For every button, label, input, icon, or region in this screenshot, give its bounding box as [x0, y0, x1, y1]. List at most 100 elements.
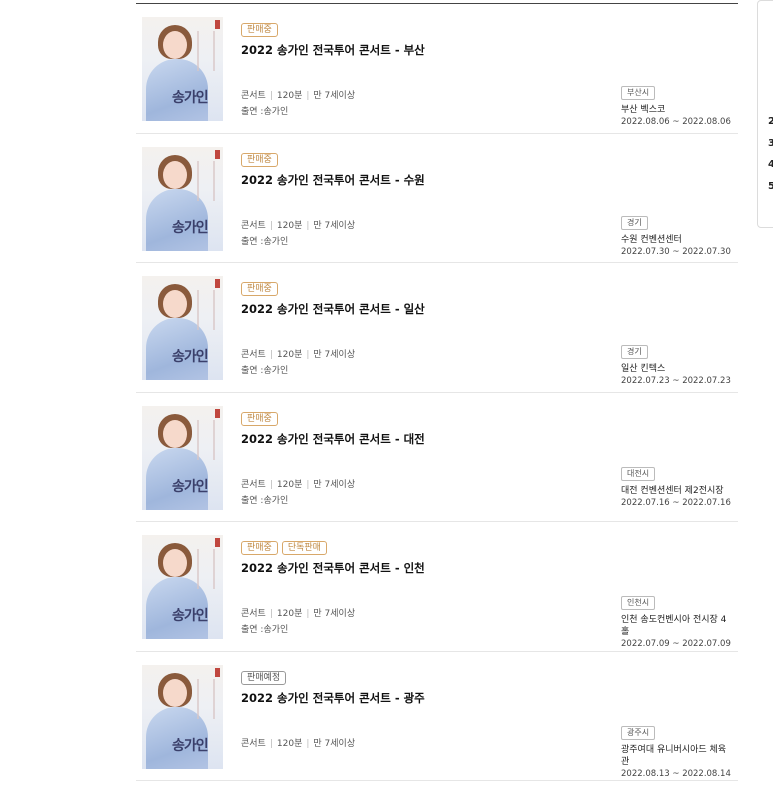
poster-vertical-text	[197, 290, 215, 330]
badge-group: 판매중	[241, 152, 278, 167]
event-item[interactable]: 송가인 판매중 2022 송가인 전국투어 콘서트 - 수원 콘서트 | 120분 |…	[136, 134, 738, 263]
poster-seal-mark	[215, 408, 220, 418]
event-duration: 120분	[276, 350, 303, 360]
event-age: 만 7세이상	[313, 738, 356, 749]
event-item[interactable]: 송가인 판매중 2022 송가인 전국투어 콘서트 - 부산 콘서트 | 120분 |…	[136, 4, 738, 134]
event-age: 만 7세이상	[313, 350, 356, 360]
event-poster-image[interactable]: 송가인	[142, 17, 223, 121]
status-badge: 판매중	[241, 411, 278, 426]
event-title[interactable]: 2022 송가인 전국투어 콘서트 - 일산	[241, 301, 425, 317]
badge-group: 판매중 단독판매	[241, 541, 327, 555]
meta-separator: |	[269, 479, 273, 490]
event-item[interactable]: 송가인 판매예정 2022 송가인 전국투어 콘서트 - 광주 콘서트 | 120분…	[136, 652, 738, 781]
poster-title: 송가인	[172, 90, 209, 106]
event-title[interactable]: 2022 송가인 전국투어 콘서트 - 부산	[241, 42, 425, 58]
poster-vertical-text	[197, 678, 215, 719]
venue-name: 광주여대 유니버시아드 체육관	[621, 744, 727, 767]
event-dates: 2022.07.16 ~ 2022.07.16	[621, 497, 731, 508]
status-badge: 판매중	[241, 152, 278, 167]
poster-face	[163, 31, 187, 59]
event-meta: 콘서트 | 120분 | 만 7세이상	[241, 477, 355, 490]
poster-vertical-text	[197, 419, 215, 460]
event-location: 인천시 인천 송도컨벤시아 전시장 4홀 2022.07.09 ~ 2022.0…	[621, 590, 731, 650]
meta-separator: |	[269, 350, 273, 360]
event-age: 만 7세이상	[313, 220, 356, 231]
meta-separator: |	[306, 479, 310, 490]
venue-name: 대전 컨벤션센터 제2전시장	[621, 485, 724, 496]
region-badge: 경기	[621, 345, 648, 359]
event-dates: 2022.07.30 ~ 2022.07.30	[621, 246, 731, 257]
event-cast: 출연 :송가인	[241, 236, 289, 247]
event-meta: 콘서트 | 120분 | 만 7세이상	[241, 218, 355, 231]
meta-separator: |	[269, 220, 273, 231]
poster-title: 송가인	[172, 737, 209, 754]
poster-title: 송가인	[172, 608, 209, 624]
event-poster-image[interactable]: 송가인	[142, 276, 223, 380]
side-ranking-panel: 2 3 4 5	[757, 0, 773, 228]
poster-face	[163, 678, 187, 707]
badge-group: 판매중	[241, 411, 278, 426]
rank-3[interactable]: 3	[768, 138, 773, 149]
event-poster-image[interactable]: 송가인	[142, 146, 223, 251]
event-meta: 콘서트 | 120분 | 만 7세이상	[241, 88, 355, 101]
rank-5[interactable]: 5	[768, 181, 773, 192]
badge-group: 판매예정	[241, 670, 287, 685]
meta-separator: |	[306, 91, 310, 101]
meta-separator: |	[306, 609, 310, 619]
venue-name: 인천 송도컨벤시아 전시장 4홀	[621, 615, 727, 637]
poster-seal-mark	[215, 279, 220, 288]
event-dates: 2022.08.13 ~ 2022.08.14	[621, 768, 731, 779]
event-genre: 콘서트	[241, 91, 266, 101]
poster-face	[163, 290, 187, 318]
event-cast: 출연 :송가인	[241, 495, 289, 506]
region-badge: 부산시	[621, 86, 656, 100]
event-duration: 120분	[276, 479, 303, 490]
event-age: 만 7세이상	[313, 479, 356, 490]
event-location: 경기 수원 컨벤션센터 2022.07.30 ~ 2022.07.30	[621, 210, 731, 258]
event-item[interactable]: 송가인 판매중 2022 송가인 전국투어 콘서트 - 일산 콘서트 | 120분 |…	[136, 263, 738, 393]
meta-separator: |	[269, 738, 273, 749]
meta-separator: |	[306, 220, 310, 231]
event-title[interactable]: 2022 송가인 전국투어 콘서트 - 인천	[241, 560, 425, 576]
region-badge: 인천시	[621, 596, 656, 610]
event-title[interactable]: 2022 송가인 전국투어 콘서트 - 수원	[241, 172, 425, 188]
event-location: 부산시 부산 벡스코 2022.08.06 ~ 2022.08.06	[621, 80, 731, 128]
rank-2[interactable]: 2	[768, 116, 773, 127]
event-item[interactable]: 송가인 판매중 단독판매 2022 송가인 전국투어 콘서트 - 인천 콘서트 | 1…	[136, 522, 738, 652]
meta-separator: |	[306, 350, 310, 360]
region-badge: 광주시	[621, 725, 656, 740]
event-genre: 콘서트	[241, 350, 266, 360]
meta-separator: |	[306, 738, 310, 749]
event-cast: 출연 :송가인	[241, 107, 289, 117]
meta-separator: |	[269, 91, 273, 101]
venue-name: 수원 컨벤션센터	[621, 234, 682, 245]
event-cast: 출연 :송가인	[241, 366, 289, 376]
poster-seal-mark	[215, 149, 220, 159]
event-duration: 120분	[276, 91, 303, 101]
region-badge: 경기	[621, 215, 648, 230]
rank-4[interactable]: 4	[768, 159, 773, 170]
event-title[interactable]: 2022 송가인 전국투어 콘서트 - 대전	[241, 431, 425, 447]
poster-vertical-text	[197, 31, 215, 71]
event-age: 만 7세이상	[313, 609, 356, 619]
event-poster-image[interactable]: 송가인	[142, 405, 223, 510]
event-poster-image[interactable]: 송가인	[142, 664, 223, 769]
status-badge: 판매중	[241, 282, 278, 296]
event-duration: 120분	[276, 738, 303, 749]
event-genre: 콘서트	[241, 738, 266, 749]
event-dates: 2022.08.06 ~ 2022.08.06	[621, 117, 731, 127]
status-badge: 판매중	[241, 541, 278, 555]
venue-name: 일산 킨텍스	[621, 364, 666, 374]
event-title[interactable]: 2022 송가인 전국투어 콘서트 - 광주	[241, 690, 425, 706]
poster-seal-mark	[215, 538, 220, 547]
event-age: 만 7세이상	[313, 91, 356, 101]
status-badge: 단독판매	[281, 541, 327, 555]
meta-separator: |	[269, 609, 273, 619]
event-dates: 2022.07.09 ~ 2022.07.09	[621, 639, 731, 649]
badge-group: 판매중	[241, 23, 278, 37]
status-badge: 판매예정	[241, 670, 287, 685]
event-meta: 콘서트 | 120분 | 만 7세이상	[241, 347, 355, 360]
event-item[interactable]: 송가인 판매중 2022 송가인 전국투어 콘서트 - 대전 콘서트 | 120분 |…	[136, 393, 738, 522]
event-poster-image[interactable]: 송가인	[142, 535, 223, 639]
event-list: 송가인 판매중 2022 송가인 전국투어 콘서트 - 부산 콘서트 | 120분 |…	[136, 3, 738, 781]
